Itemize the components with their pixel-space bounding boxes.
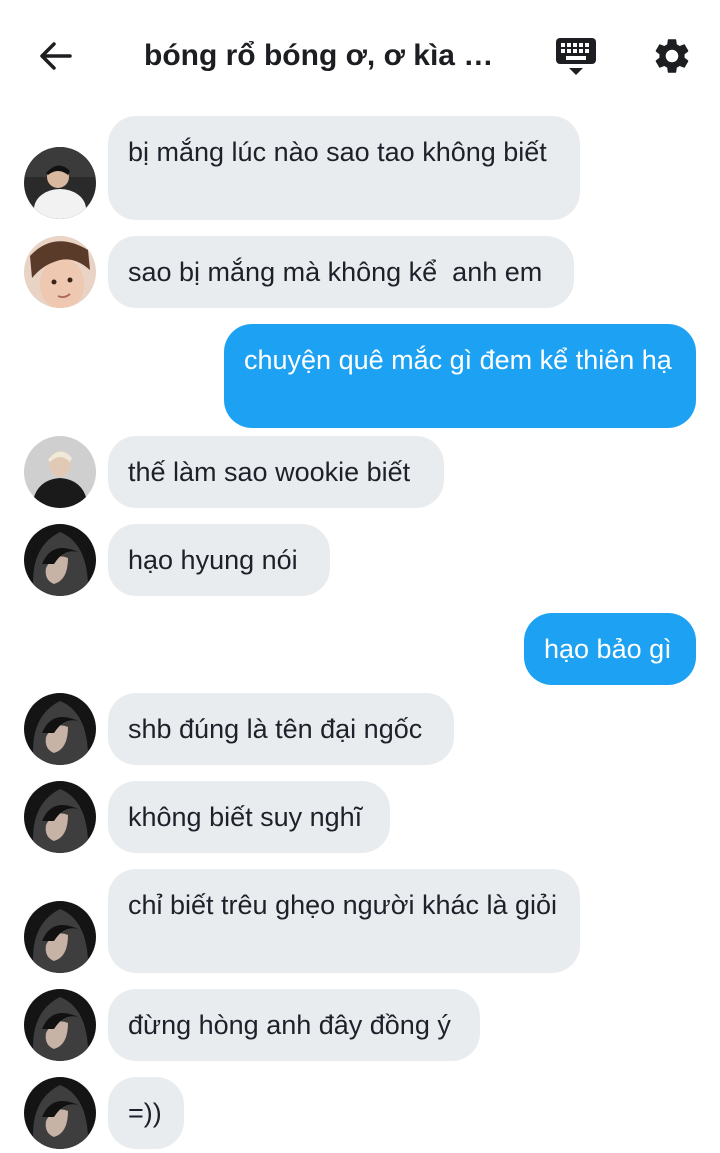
gear-icon xyxy=(655,39,689,73)
message-list[interactable]: bị mắng lúc nào sao tao không biết sao b… xyxy=(0,0,720,1153)
message-bubble-outgoing[interactable]: hạo bảo gì xyxy=(524,613,696,685)
avatar-blond-black-jacket-image xyxy=(24,436,96,508)
avatar-dark-hood-image xyxy=(24,901,96,973)
message-text: chỉ biết trêu ghẹo người khác là giỏi xyxy=(128,890,558,920)
avatar-white-shirt-image xyxy=(24,147,96,219)
settings-button[interactable] xyxy=(648,32,696,80)
message-text: hạo bảo gì xyxy=(544,634,672,664)
arrow-left-icon xyxy=(40,42,72,70)
message-text: bị mắng lúc nào sao tao không biết xyxy=(128,137,547,167)
message-bubble[interactable]: đừng hòng anh đây đồng ý xyxy=(108,989,480,1061)
message-bubble-outgoing[interactable]: chuyện quê mắc gì đem kể thiên hạ xyxy=(224,324,696,428)
avatar[interactable] xyxy=(24,236,96,308)
chat-header: bóng rổ bóng ơ, ơ kìa b... xyxy=(0,0,720,110)
avatar[interactable] xyxy=(24,989,96,1061)
avatar-dark-hood-image xyxy=(24,693,96,765)
avatar[interactable] xyxy=(24,781,96,853)
message-text: không biết suy nghĩ xyxy=(128,802,363,832)
avatar[interactable] xyxy=(24,1077,96,1149)
avatar-dark-hood-image xyxy=(24,524,96,596)
message-text: thế làm sao wookie biết xyxy=(128,457,411,487)
back-button[interactable] xyxy=(32,32,80,80)
message-text: shb đúng là tên đại ngốc xyxy=(128,714,423,744)
chat-screen: bị mắng lúc nào sao tao không biết sao b… xyxy=(0,0,720,1153)
message-bubble[interactable]: shb đúng là tên đại ngốc xyxy=(108,693,454,765)
keyboard-icon xyxy=(556,38,596,75)
message-bubble[interactable]: chỉ biết trêu ghẹo người khác là giỏi xyxy=(108,869,580,973)
message-text: đừng hòng anh đây đồng ý xyxy=(128,1010,451,1040)
avatar-brown-hair-image xyxy=(24,236,96,308)
avatar[interactable] xyxy=(24,147,96,219)
avatar[interactable] xyxy=(24,693,96,765)
message-bubble[interactable]: =)) xyxy=(108,1077,184,1149)
keyboard-button[interactable] xyxy=(552,32,600,80)
avatar-dark-hood-image xyxy=(24,781,96,853)
message-bubble[interactable]: bị mắng lúc nào sao tao không biết xyxy=(108,116,580,220)
avatar-dark-hood-image xyxy=(24,989,96,1061)
avatar[interactable] xyxy=(24,436,96,508)
message-bubble[interactable]: không biết suy nghĩ xyxy=(108,781,390,853)
message-text: chuyện quê mắc gì đem kể thiên hạ xyxy=(244,345,672,375)
avatar[interactable] xyxy=(24,524,96,596)
message-text: hạo hyung nói xyxy=(128,545,298,575)
avatar[interactable] xyxy=(24,901,96,973)
message-text: sao bị mắng mà không kể anh em xyxy=(128,257,543,287)
message-bubble[interactable]: thế làm sao wookie biết xyxy=(108,436,444,508)
message-bubble[interactable]: hạo hyung nói xyxy=(108,524,330,596)
chat-title: bóng rổ bóng ơ, ơ kìa b... xyxy=(144,39,504,72)
message-text: =)) xyxy=(128,1098,162,1128)
message-bubble[interactable]: sao bị mắng mà không kể anh em xyxy=(108,236,574,308)
avatar-dark-hood-image xyxy=(24,1077,96,1149)
